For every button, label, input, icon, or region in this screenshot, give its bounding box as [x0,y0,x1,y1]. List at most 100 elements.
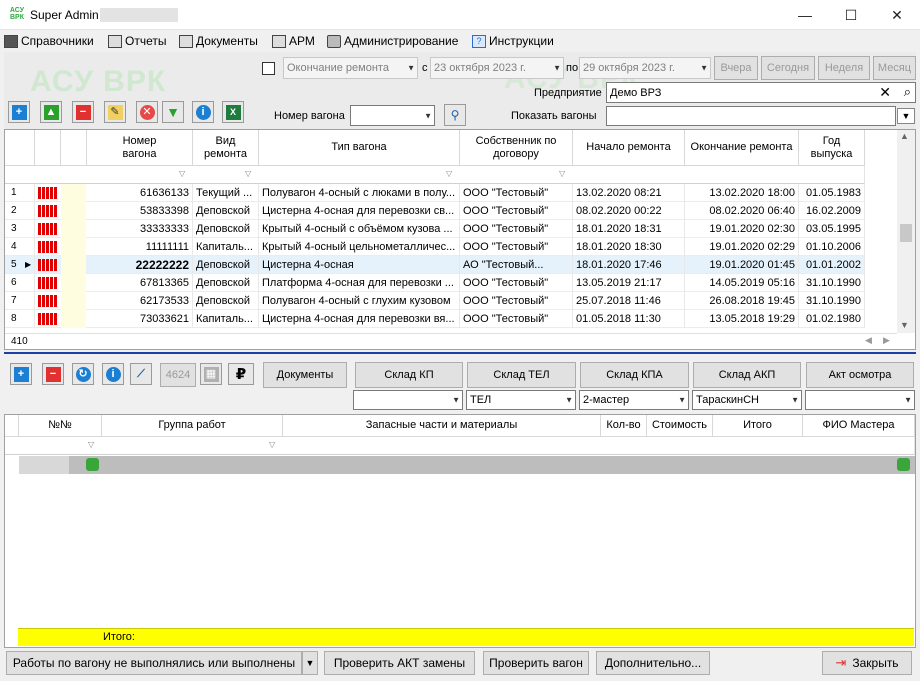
row-number: 8 [5,310,35,328]
up-button[interactable]: ▲ [40,101,62,123]
work-info-button[interactable]: i [102,363,124,385]
status-bar-icon [38,259,58,271]
counter-button[interactable]: 4624 [160,363,196,387]
warehouse-kpa-button[interactable]: Склад КПА [580,362,689,388]
inspection-act-button[interactable]: Акт осмотра [806,362,914,388]
check-wagon-button[interactable]: Проверить вагон [483,651,589,675]
row-refresh-icon-2[interactable] [897,458,910,471]
menu-references[interactable]: Справочники [4,30,94,52]
col-total[interactable]: Итого [713,415,803,437]
ruble-button[interactable]: ₽ [228,363,254,385]
delete-work-button[interactable]: − [42,363,64,385]
filter-button[interactable]: ▼ [162,101,184,123]
refresh-button[interactable]: ↻ [72,363,94,385]
to-date-picker[interactable]: 29 октября 2023 г. ▼ [579,57,711,79]
export-excel-button[interactable]: X [222,101,244,123]
table-row[interactable]: 5 ▶ 22222222 Деповской Цистерна 4-осная АО "Т… [5,256,865,274]
splitter[interactable] [4,352,916,354]
period-field-combo[interactable]: Окончание ремонта ▼ [283,57,418,79]
col-repair-end[interactable]: Окончание ремонта [685,130,799,166]
today-button[interactable]: Сегодня [761,56,815,80]
cell-year: 01.01.2002 [799,256,865,274]
col-year[interactable]: Год выпуска [799,130,865,166]
from-date-picker[interactable]: 23 октября 2023 г. ▼ [430,57,564,79]
row-refresh-icon[interactable] [86,458,99,471]
table-row[interactable]: 7 62173533 Деповской Полувагон 4-осный с гл… [5,292,865,310]
calc-button[interactable]: ▦ [200,363,222,385]
act-combo[interactable]: ▼ [805,390,915,410]
col-repair-kind[interactable]: Вид ремонта [193,130,259,166]
period-checkbox[interactable] [262,62,275,75]
warehouse-akp-button[interactable]: Склад АКП [693,362,801,388]
table-row[interactable]: 8 73033621 Капиталь... Цистерна 4-осная для… [5,310,865,328]
info-button[interactable]: i [192,101,214,123]
tel-combo[interactable]: ТЕЛ ▼ [466,390,576,410]
excel-icon: X [225,104,241,120]
col-owner[interactable]: Собственник по договору [460,130,573,166]
wagons-vscroll-thumb[interactable] [900,224,912,242]
col-parts[interactable]: Запасные части и материалы [283,415,601,437]
works-status-dropdown[interactable]: ▼ [302,651,318,675]
col-wagon-number[interactable]: Номер вагона [87,130,193,166]
title-bar: АСУ ВРК Super Admin — ☐ ✕ [0,0,920,30]
menu-reports[interactable]: Отчеты [108,30,166,52]
table-row[interactable]: 4 11111111 Капиталь... Крытый 4-осный цельн… [5,238,865,256]
wagon-number-combo[interactable]: ▼ [350,105,435,126]
table-row[interactable]: 6 67813365 Деповской Платформа 4-осная для … [5,274,865,292]
maximize-button[interactable]: ☐ [828,0,874,30]
menu-administration[interactable]: Администрирование [327,30,458,52]
find-wagon-button[interactable]: ⚲ [444,104,466,126]
measure-button[interactable]: ⟋ [130,363,152,385]
show-wagons-dropdown[interactable]: ▼ [897,108,915,124]
month-button[interactable]: Месяц [873,56,916,80]
col-repair-start[interactable]: Начало ремонта [573,130,685,166]
table-row[interactable]: 3 33333333 Деповской Крытый 4-осный с объём… [5,220,865,238]
close-window-button[interactable]: ✕ [874,0,920,30]
more-button[interactable]: Дополнительно... [596,651,710,675]
works-status-button[interactable]: Работы по вагону не выполнялись или выпо… [6,651,302,675]
documents-button[interactable]: Документы [263,362,347,388]
clear-icon[interactable]: ✕ [879,84,891,101]
table-row[interactable]: 2 53833398 Деповской Цистерна 4-осная для п… [5,202,865,220]
col-cost[interactable]: Стоимость [647,415,713,437]
cell-start: 18.01.2020 18:30 [573,238,685,256]
user-combo[interactable]: ТараскинСН ▼ [692,390,802,410]
delete-wagon-button[interactable]: − [72,101,94,123]
cell-end: 19.01.2020 01:45 [685,256,799,274]
col-master[interactable]: ФИО Мастера [803,415,915,437]
yesterday-button[interactable]: Вчера [714,56,758,80]
show-wagons-field[interactable] [606,106,896,126]
cell-kind: Текущий ... [193,184,259,202]
col-number[interactable]: №№ [19,415,102,437]
week-button[interactable]: Неделя [818,56,870,80]
menu-documents[interactable]: Документы [179,30,258,52]
col-qty[interactable]: Кол-во [601,415,647,437]
col-work-group[interactable]: Группа работ [102,415,283,437]
add-wagon-button[interactable]: + [8,101,30,123]
info-icon: i [195,104,211,120]
filter-row: ▽ ▽ ▽ ▽ [5,166,865,184]
cell-owner: ООО "Тестовый" [460,310,573,328]
cell-end: 13.05.2018 19:29 [685,310,799,328]
menu-instructions[interactable]: ? Инструкции [472,30,554,52]
kp-combo[interactable]: ▼ [353,390,463,410]
cell-year: 01.10.2006 [799,238,865,256]
check-act-button[interactable]: Проверить АКТ замены [324,651,475,675]
warehouse-kp-button[interactable]: Склад КП [355,362,463,388]
warehouse-tel-button[interactable]: Склад ТЕЛ [467,362,576,388]
master-combo[interactable]: 2-мастер ▼ [579,390,689,410]
wagons-vscroll[interactable]: ▲ ▼ [897,130,915,333]
minimize-button[interactable]: — [782,0,828,30]
menu-workstation[interactable]: АРМ [272,30,315,52]
edit-button[interactable]: ✎ [104,101,126,123]
ruler-icon: ⟋ [137,367,145,380]
col-wagon-type[interactable]: Тип вагона [259,130,460,166]
works-new-row[interactable] [19,456,915,474]
enterprise-field[interactable]: Демо ВРЗ ✕ ⌕ [606,82,916,103]
cell-end: 08.02.2020 06:40 [685,202,799,220]
search-icon[interactable]: ⌕ [904,84,911,100]
add-work-button[interactable]: + [10,363,32,385]
cancel-button[interactable]: ✕ [136,101,158,123]
close-button[interactable]: ⇥ Закрыть [822,651,912,675]
table-row[interactable]: 1 61636133 Текущий ... Полувагон 4-осный с … [5,184,865,202]
